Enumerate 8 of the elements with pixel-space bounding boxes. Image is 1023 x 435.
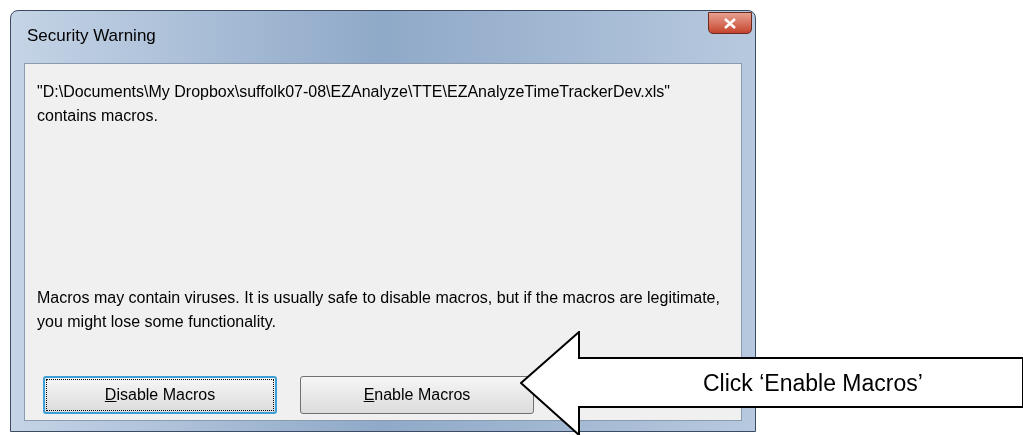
dialog-button[interactable]: Enable Macros: [300, 376, 534, 414]
dialog-button[interactable]: Disable Macros: [43, 376, 277, 414]
warning-text: Macros may contain viruses. It is usually safe to disable macros, but if the macros are legitimate, you might lose some functionality.: [37, 288, 721, 332]
close-button[interactable]: [708, 12, 752, 34]
message-text: "D:\Documents\My Dropbox\suffolk07-08\EZAnalyze\TTE\EZAnalyzeTimeTrackerDev.xls" contains macros.: [37, 82, 671, 126]
close-icon: [724, 17, 736, 29]
window-title: Security Warning: [27, 25, 156, 47]
callout-text: Click ‘Enable Macros’: [703, 369, 923, 398]
